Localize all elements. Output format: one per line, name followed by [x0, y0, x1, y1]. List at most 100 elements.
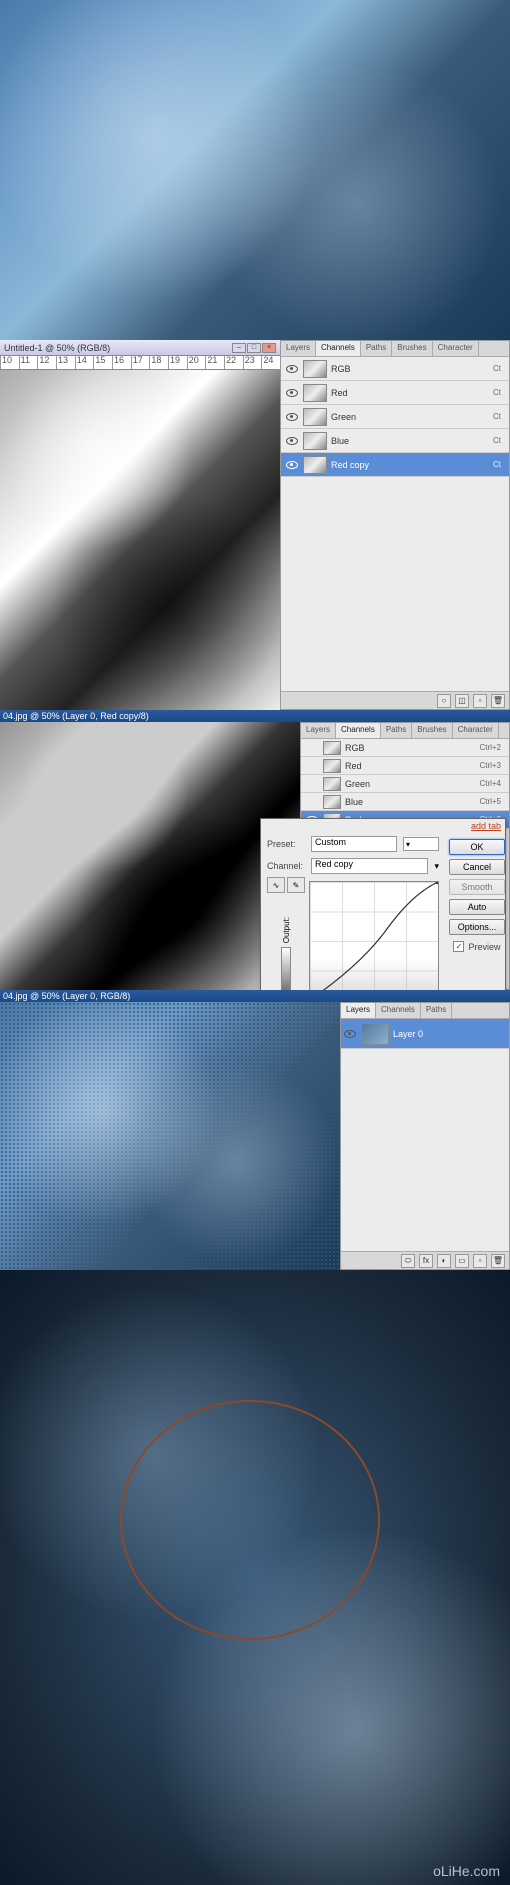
tab-brushes[interactable]: Brushes — [412, 723, 452, 738]
visibility-toggle[interactable] — [285, 386, 299, 400]
visibility-toggle[interactable] — [285, 434, 299, 448]
new-layer-icon[interactable]: ▫ — [473, 1254, 487, 1268]
panel-tabs: Layers Channels Paths Brushes Character — [301, 723, 509, 739]
load-selection-icon[interactable]: ○ — [437, 694, 451, 708]
link-icon[interactable]: ⬭ — [401, 1254, 415, 1268]
panel-footer: ○ ◫ ▫ 🗑 — [281, 691, 509, 709]
delete-icon[interactable]: 🗑 — [491, 1254, 505, 1268]
channel-thumbnail — [323, 741, 341, 755]
curves-graph[interactable] — [309, 881, 439, 1001]
tab-character[interactable]: Character — [433, 341, 479, 356]
smooth-button[interactable]: Smooth — [449, 879, 505, 895]
annotation-ring — [120, 1400, 380, 1640]
tab-layers[interactable]: Layers — [341, 1003, 376, 1018]
window-title: 04.jpg @ 50% (Layer 0, RGB/8) — [3, 991, 130, 1001]
canvas-bw-2[interactable] — [0, 722, 300, 990]
tab-layers[interactable]: Layers — [301, 723, 336, 738]
tab-channels[interactable]: Channels — [336, 723, 381, 738]
channel-blue[interactable]: Blue Ct — [281, 429, 509, 453]
window-title: 04.jpg @ 50% (Layer 0, Red copy/8) — [3, 711, 149, 721]
image-composite-dark: oLiHe.com — [0, 1270, 510, 1885]
save-selection-icon[interactable]: ◫ — [455, 694, 469, 708]
minimize-button[interactable]: – — [232, 343, 246, 353]
section-channels-1: Untitled-1 @ 50% (RGB/8) – □ × 10 11 12 … — [0, 340, 510, 710]
section-layers: 04.jpg @ 50% (Layer 0, RGB/8) Layers Cha… — [0, 990, 510, 1270]
ok-button[interactable]: OK — [449, 839, 505, 855]
visibility-toggle[interactable] — [305, 795, 319, 809]
visibility-toggle[interactable] — [285, 458, 299, 472]
channel-thumbnail — [303, 384, 327, 402]
watermark-text: oLiHe.com — [433, 1863, 500, 1879]
chevron-down-icon: ▾ — [434, 861, 439, 872]
visibility-toggle[interactable] — [343, 1027, 357, 1041]
channel-label: Channel: — [267, 861, 305, 871]
new-channel-icon[interactable]: ▫ — [473, 694, 487, 708]
curve-tool-icon[interactable]: ∿ — [267, 877, 285, 893]
layers-panel: Layers Channels Paths Layer 0 ⬭ fx ◐ ▭ ▫… — [340, 1002, 510, 1270]
auto-button[interactable]: Auto — [449, 899, 505, 915]
channels-panel-1: Layers Channels Paths Brushes Character … — [280, 340, 510, 710]
tab-brushes[interactable]: Brushes — [392, 341, 432, 356]
window-title: Untitled-1 @ 50% (RGB/8) — [4, 343, 110, 353]
visibility-toggle[interactable] — [305, 777, 319, 791]
fx-icon[interactable]: fx — [419, 1254, 433, 1268]
window-titlebar-3: 04.jpg @ 50% (Layer 0, RGB/8) — [0, 990, 510, 1002]
panel-tabs: Layers Channels Paths Brushes Character — [281, 341, 509, 357]
maximize-button[interactable]: □ — [247, 343, 261, 353]
canvas-color[interactable] — [0, 1002, 340, 1270]
channel-blue[interactable]: Blue Ctrl+5 — [301, 793, 509, 811]
tab-paths[interactable]: Paths — [381, 723, 412, 738]
section-curves: 04.jpg @ 50% (Layer 0, Red copy/8) Layer… — [0, 710, 510, 990]
tab-channels[interactable]: Channels — [316, 341, 361, 356]
close-button[interactable]: × — [262, 343, 276, 353]
channel-thumbnail — [303, 432, 327, 450]
eye-icon — [286, 437, 298, 445]
curves-link[interactable]: add tab — [471, 821, 501, 831]
preset-menu-icon[interactable]: ▾ — [403, 837, 439, 851]
channel-red-copy[interactable]: Red copy Ct — [281, 453, 509, 477]
channel-red[interactable]: Red Ctrl+3 — [301, 757, 509, 775]
channel-green[interactable]: Green Ctrl+4 — [301, 775, 509, 793]
visibility-toggle[interactable] — [305, 759, 319, 773]
channel-rgb[interactable]: RGB Ct — [281, 357, 509, 381]
channel-thumbnail — [323, 777, 341, 791]
eye-icon — [344, 1030, 356, 1038]
preview-label: Preview — [468, 942, 500, 952]
tab-layers[interactable]: Layers — [281, 341, 316, 356]
channel-thumbnail — [323, 759, 341, 773]
canvas-bw-1[interactable] — [0, 370, 280, 710]
visibility-toggle[interactable] — [285, 362, 299, 376]
pencil-tool-icon[interactable]: ✎ — [287, 877, 305, 893]
mask-icon[interactable]: ◐ — [437, 1254, 451, 1268]
channel-red[interactable]: Red Ct — [281, 381, 509, 405]
channel-thumbnail — [303, 360, 327, 378]
panel-footer: ⬭ fx ◐ ▭ ▫ 🗑 — [341, 1251, 509, 1269]
channel-rgb[interactable]: RGB Ctrl+2 — [301, 739, 509, 757]
preview-checkbox[interactable]: ✓ — [453, 941, 464, 952]
visibility-toggle[interactable] — [285, 410, 299, 424]
delete-icon[interactable]: 🗑 — [491, 694, 505, 708]
channel-green[interactable]: Green Ct — [281, 405, 509, 429]
preset-label: Preset: — [267, 839, 305, 849]
tab-character[interactable]: Character — [453, 723, 499, 738]
layer-thumbnail — [361, 1023, 389, 1045]
tab-channels[interactable]: Channels — [376, 1003, 421, 1018]
group-icon[interactable]: ▭ — [455, 1254, 469, 1268]
options-button[interactable]: Options... — [449, 919, 505, 935]
visibility-toggle[interactable] — [305, 741, 319, 755]
channels-list: RGB Ct Red Ct Green Ct Blue Ct — [281, 357, 509, 477]
cancel-button[interactable]: Cancel — [449, 859, 505, 875]
curve-line[interactable] — [310, 882, 438, 1000]
layer-item[interactable]: Layer 0 — [341, 1019, 509, 1049]
tab-paths[interactable]: Paths — [361, 341, 392, 356]
window-titlebar-1: Untitled-1 @ 50% (RGB/8) – □ × — [0, 340, 280, 356]
window-titlebar-2: 04.jpg @ 50% (Layer 0, Red copy/8) — [0, 710, 510, 722]
eye-icon — [286, 461, 298, 469]
eye-icon — [286, 413, 298, 421]
panel-tabs: Layers Channels Paths — [341, 1003, 509, 1019]
tab-paths[interactable]: Paths — [421, 1003, 452, 1018]
channel-select[interactable]: Red copy — [311, 858, 428, 874]
preset-select[interactable]: Custom — [311, 836, 397, 852]
output-label: Output: — [282, 917, 291, 943]
ruler-horizontal: 10 11 12 13 14 15 16 17 18 19 20 21 22 2… — [0, 356, 280, 370]
